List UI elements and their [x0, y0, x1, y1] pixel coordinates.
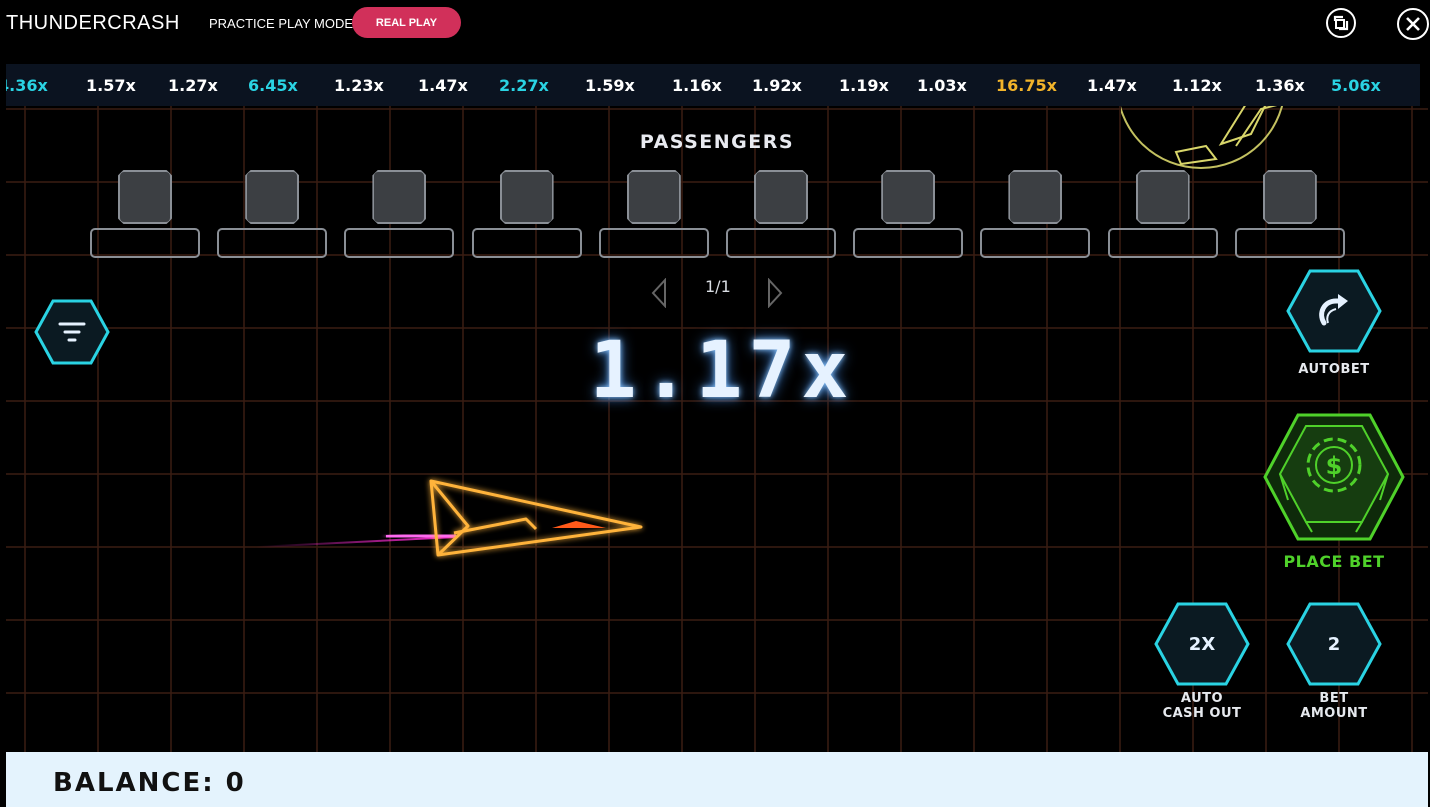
history-multiplier: 5.06x	[1331, 76, 1381, 95]
history-multiplier: 1.47x	[1087, 76, 1137, 95]
passenger-name-plate	[1234, 228, 1345, 258]
history-multiplier: 1.47x	[418, 76, 468, 95]
bet-amount-button[interactable]: 2	[1286, 602, 1382, 686]
dollar-chip-icon: $	[1306, 437, 1362, 493]
plane-icon	[256, 479, 643, 557]
bet-amount-label: BET AMOUNT	[1264, 691, 1404, 721]
passenger-name-plate	[726, 228, 836, 258]
passenger-avatar-slot	[1135, 170, 1190, 224]
history-multiplier: 1.27x	[168, 76, 218, 95]
history-multiplier: 1.92x	[752, 76, 802, 95]
history-ticker: 4.36x 1.57x 1.27x 6.45x 1.23x 1.47x 2.27x 1.59x…	[6, 64, 1420, 106]
history-multiplier: 16.75x	[996, 76, 1057, 95]
history-multiplier: 1.36x	[1255, 76, 1305, 95]
place-bet-button[interactable]: $	[1262, 412, 1406, 542]
passenger-name-plate	[90, 228, 200, 258]
app-title: THUNDERCRASH	[6, 12, 180, 34]
auto-cash-out-label: AUTO CASH OUT	[1132, 691, 1272, 721]
passenger-name-plate	[217, 228, 328, 258]
bet-amount-label-line2: AMOUNT	[1300, 706, 1368, 721]
passenger-avatar-slot	[372, 170, 427, 224]
history-multiplier: 2.27x	[499, 76, 549, 95]
prev-page-arrow-icon[interactable]	[650, 278, 668, 308]
current-multiplier: 1.17x	[589, 326, 855, 416]
autobet-icon	[1319, 294, 1348, 326]
place-bet-label: PLACE BET	[1283, 552, 1385, 571]
passengers-title: PASSENGERS	[639, 131, 795, 153]
passenger-name-plate	[598, 228, 709, 258]
balance-bar: BALANCE: 0	[6, 752, 1428, 807]
game-stage: 4.36x 1.57x 1.27x 6.45x 1.23x 1.47x 2.27x 1.59x…	[6, 64, 1428, 752]
fullscreen-icon[interactable]	[1326, 8, 1356, 38]
passenger-avatar-slot	[499, 170, 554, 224]
history-multiplier: 4.36x	[6, 76, 48, 95]
history-multiplier: 1.23x	[334, 76, 384, 95]
next-page-arrow-icon[interactable]	[766, 278, 784, 308]
svg-text:$: $	[1326, 452, 1343, 480]
passenger-name-plate	[980, 228, 1091, 258]
auto-cash-out-label-line2: CASH OUT	[1162, 706, 1242, 721]
auto-cash-out-button[interactable]: 2X	[1154, 602, 1250, 686]
history-multiplier: 1.16x	[672, 76, 722, 95]
passenger-avatar-slot	[1008, 170, 1063, 224]
passenger-avatar-slot	[881, 170, 936, 224]
auto-cash-out-value: 2X	[1188, 633, 1216, 655]
passenger-name-plate	[344, 228, 455, 258]
close-icon[interactable]	[1397, 8, 1429, 40]
passenger-avatar-slot	[626, 170, 681, 224]
history-multiplier: 1.57x	[86, 76, 136, 95]
bet-amount-label-line1: BET	[1319, 691, 1349, 706]
passenger-name-plate	[471, 228, 582, 258]
passenger-name-plate	[853, 228, 964, 258]
passenger-avatar-slot	[1262, 170, 1317, 224]
autobet-label: AUTOBET	[1298, 362, 1370, 377]
balance-value: BALANCE: 0	[53, 768, 246, 798]
history-multiplier: 6.45x	[248, 76, 298, 95]
bet-amount-value: 2	[1327, 633, 1341, 655]
autobet-button[interactable]	[1286, 269, 1382, 353]
history-multiplier: 1.12x	[1172, 76, 1222, 95]
history-multiplier: 1.03x	[917, 76, 967, 95]
history-multiplier: 1.19x	[839, 76, 889, 95]
real-play-button[interactable]: REAL PLAY	[352, 7, 461, 38]
practice-mode-label[interactable]: PRACTICE PLAY MODE	[209, 16, 353, 31]
passenger-page-indicator: 1/1	[705, 277, 731, 296]
auto-cash-out-label-line1: AUTO	[1180, 691, 1224, 706]
top-bar: THUNDERCRASH PRACTICE PLAY MODE REAL PLA…	[0, 0, 1430, 46]
passenger-avatar-slot	[118, 170, 172, 224]
passenger-avatar-slot	[754, 170, 808, 224]
passenger-name-plate	[1107, 228, 1218, 258]
history-multiplier: 1.59x	[585, 76, 635, 95]
passenger-avatar-slot	[245, 170, 300, 224]
